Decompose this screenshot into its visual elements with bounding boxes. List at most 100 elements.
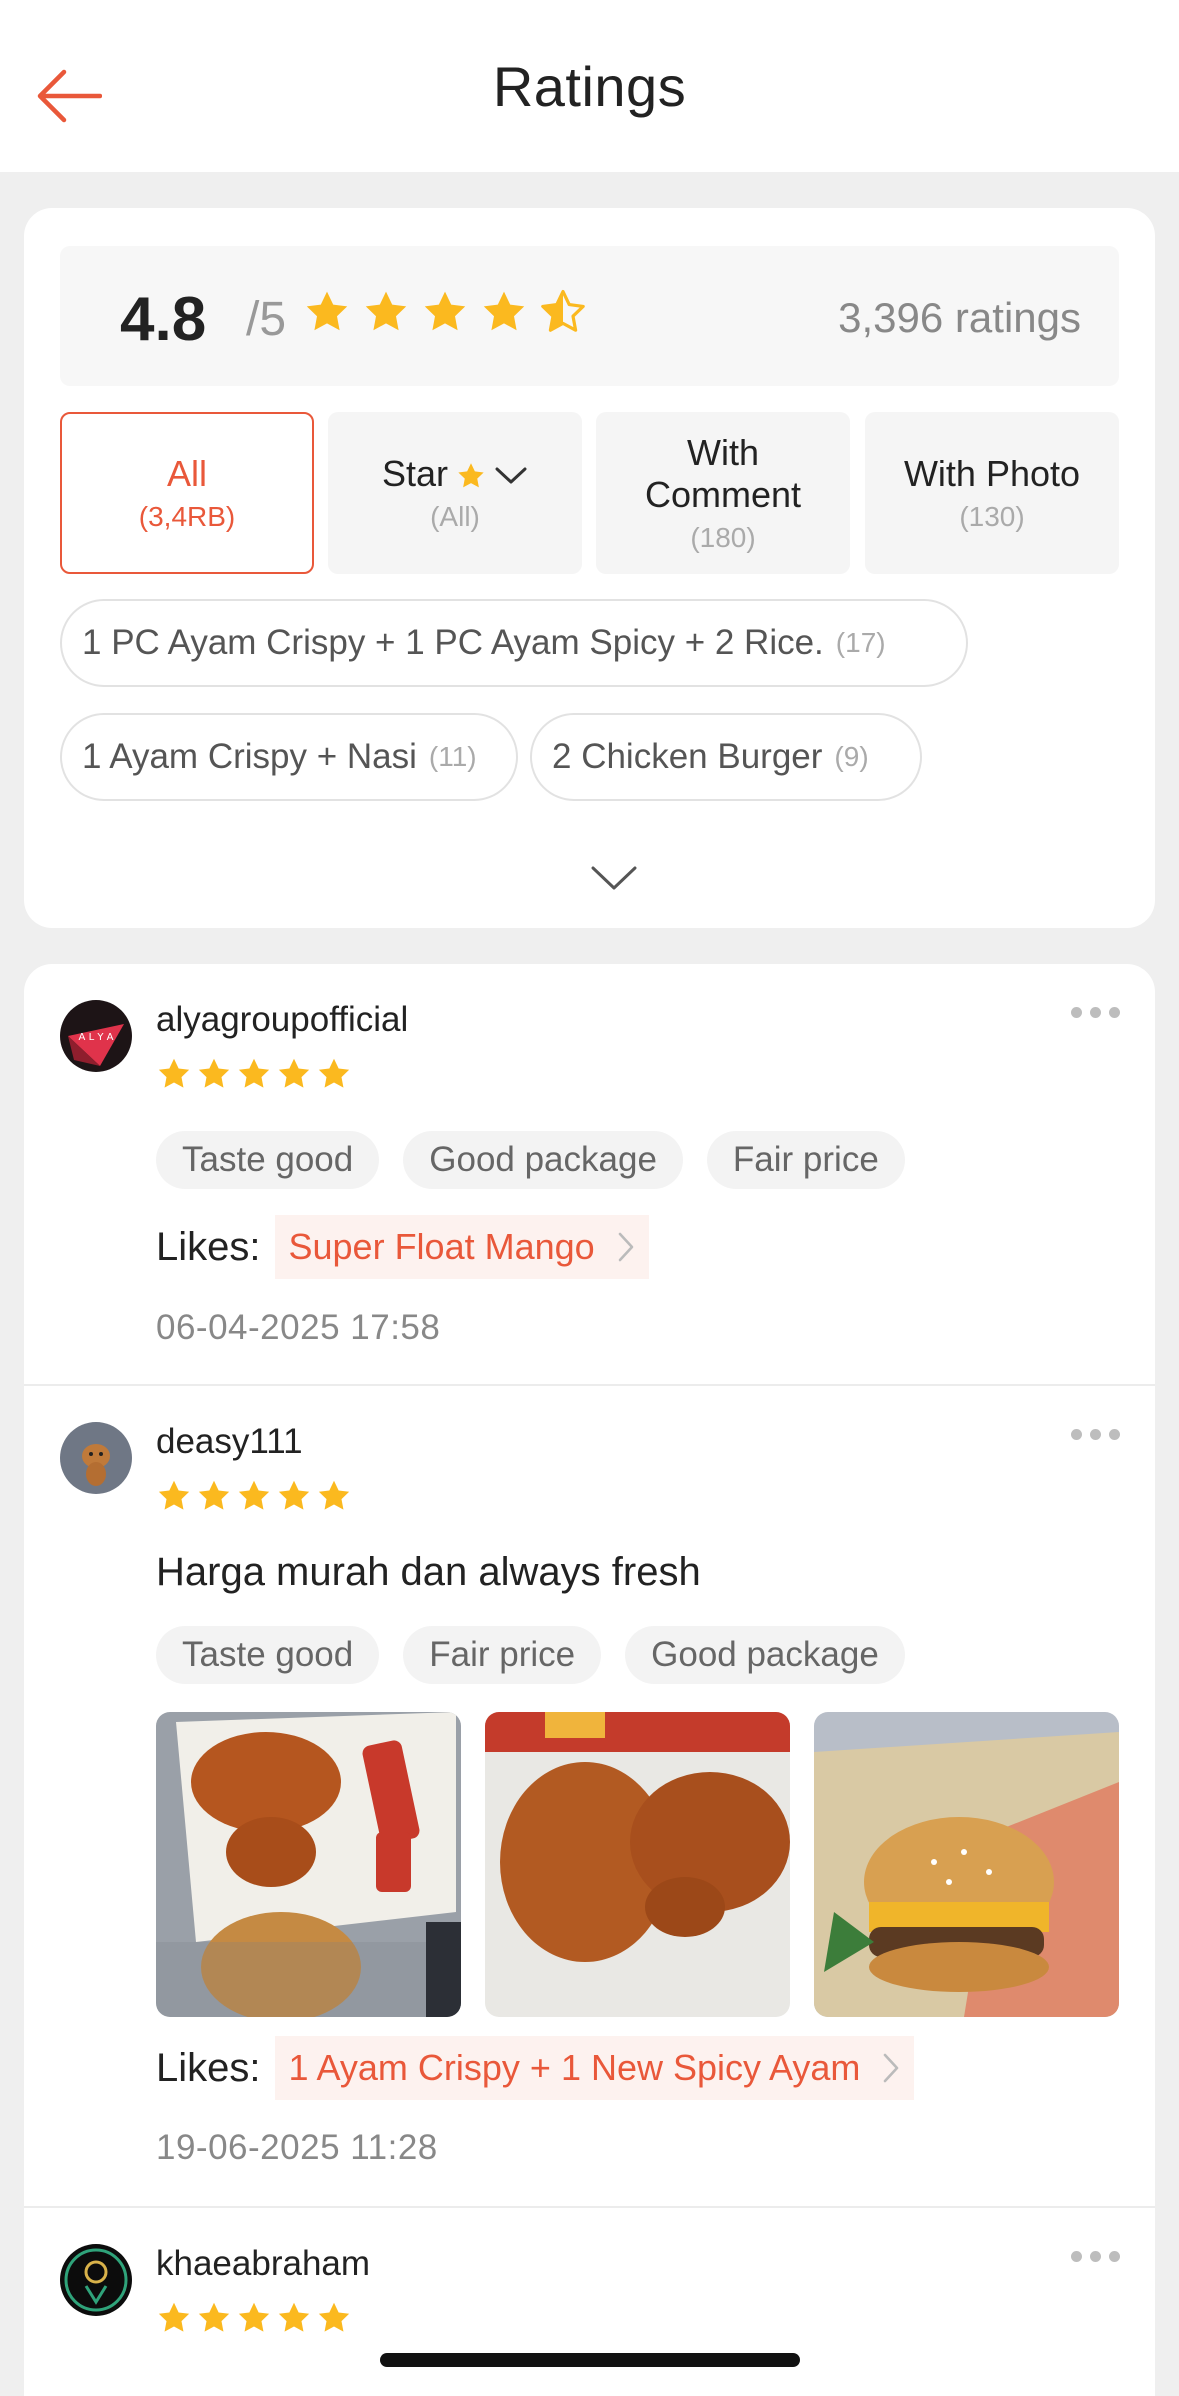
liked-item-name: Super Float Mango bbox=[288, 1226, 595, 1267]
more-options-button[interactable] bbox=[1067, 1000, 1123, 1024]
star-icon bbox=[483, 291, 525, 331]
star-icon bbox=[158, 2302, 190, 2332]
review-item: deasy111 Harga murah dan always fresh Ta… bbox=[24, 1386, 1155, 2206]
header-bar: Ratings bbox=[0, 0, 1179, 172]
star-icon bbox=[278, 2302, 310, 2332]
likes-label: Likes: bbox=[156, 2045, 261, 2090]
reviews-list: A L Y A alyagroupofficial Taste good Goo… bbox=[24, 964, 1155, 2396]
pill-label: 2 Chicken Burger bbox=[552, 737, 823, 776]
star-icon bbox=[306, 291, 348, 331]
filter-count: (130) bbox=[959, 501, 1025, 532]
expand-filters-button[interactable] bbox=[564, 848, 664, 908]
back-button[interactable] bbox=[28, 56, 108, 136]
review-photo[interactable] bbox=[485, 1712, 790, 2017]
star-icon bbox=[278, 1058, 310, 1088]
review-item: A L Y A alyagroupofficial Taste good Goo… bbox=[24, 964, 1155, 1384]
filter-with-photo[interactable]: With Photo (130) bbox=[865, 412, 1119, 574]
pill-label: 1 Ayam Crispy + Nasi bbox=[82, 737, 417, 776]
review-tag: Taste good bbox=[156, 1131, 380, 1189]
menu-filter-pill[interactable]: 2 Chicken Burger (9) bbox=[530, 713, 922, 801]
likes-label: Likes: bbox=[156, 1224, 261, 1269]
filter-all[interactable]: All (3,4RB) bbox=[60, 412, 314, 574]
review-tag: Fair price bbox=[706, 1131, 905, 1189]
review-tag: Taste good bbox=[156, 1626, 380, 1684]
rating-summary-card: 4.8 /5 3,396 ratings All (3,4RB) Star (A… bbox=[24, 208, 1155, 928]
star-icon bbox=[198, 1480, 230, 1510]
more-options-button[interactable] bbox=[1067, 1422, 1123, 1446]
review-photo[interactable] bbox=[156, 1712, 461, 2017]
score-box: 4.8 /5 3,396 ratings bbox=[60, 246, 1119, 386]
pill-label: 1 PC Ayam Crispy + 1 PC Ayam Spicy + 2 R… bbox=[82, 623, 824, 662]
review-likes: Likes: Super Float Mango bbox=[156, 1215, 649, 1279]
filter-with-comment[interactable]: With Comment (180) bbox=[596, 412, 850, 574]
menu-filter-pill[interactable]: 1 PC Ayam Crispy + 1 PC Ayam Spicy + 2 R… bbox=[60, 599, 968, 687]
star-icon bbox=[424, 291, 466, 331]
pill-count: (17) bbox=[835, 627, 886, 658]
review-photos bbox=[156, 1712, 1119, 2017]
avatar[interactable] bbox=[60, 1422, 132, 1494]
user-avatar-image bbox=[60, 1422, 132, 1494]
review-tag: Good package bbox=[403, 1131, 683, 1189]
review-tag: Good package bbox=[625, 1626, 905, 1684]
page-title: Ratings bbox=[492, 54, 687, 118]
review-item: khaeabraham bbox=[24, 2208, 1155, 2396]
star-icon bbox=[458, 463, 484, 488]
filter-count: (180) bbox=[690, 522, 756, 553]
filter-count: (All) bbox=[430, 501, 480, 532]
star-icon bbox=[238, 1480, 270, 1510]
review-tag: Fair price bbox=[403, 1626, 602, 1684]
avatar[interactable]: A L Y A bbox=[60, 1000, 132, 1072]
filter-label: Star bbox=[381, 453, 449, 494]
home-indicator bbox=[380, 2353, 800, 2367]
svg-text:A L Y A: A L Y A bbox=[79, 1032, 114, 1043]
more-options-button[interactable] bbox=[1067, 2244, 1123, 2268]
review-tags: Taste good Fair price Good package bbox=[156, 1626, 905, 1684]
review-tags: Taste good Good package Fair price bbox=[156, 1131, 905, 1189]
review-comment: Harga murah dan always fresh bbox=[156, 1550, 701, 1594]
chevron-right-icon bbox=[618, 1232, 633, 1262]
review-username: alyagroupofficial bbox=[156, 1000, 409, 1039]
menu-filter-pill[interactable]: 1 Ayam Crispy + Nasi (11) bbox=[60, 713, 518, 801]
review-likes: Likes: 1 Ayam Crispy + 1 New Spicy Ayam bbox=[156, 2036, 915, 2100]
star-icon bbox=[238, 2302, 270, 2332]
review-stars bbox=[156, 2300, 352, 2336]
liked-item-link[interactable]: Super Float Mango bbox=[274, 1215, 649, 1279]
filter-star[interactable]: Star (All) bbox=[328, 412, 582, 574]
star-icon bbox=[158, 1480, 190, 1510]
filter-count: (3,4RB) bbox=[138, 501, 236, 532]
review-stars bbox=[156, 1478, 352, 1514]
star-icon bbox=[318, 1058, 350, 1088]
ratings-screen: Ratings 4.8 /5 3,396 ratings All (3,4RB) bbox=[0, 0, 1179, 2396]
liked-item-name: 1 Ayam Crispy + 1 New Spicy Ayam bbox=[288, 2047, 861, 2088]
score-max: /5 bbox=[246, 293, 287, 346]
review-photo[interactable] bbox=[814, 1712, 1119, 2017]
back-arrow-icon bbox=[37, 69, 102, 123]
filter-label: All bbox=[166, 453, 207, 494]
user-avatar-image: A L Y A bbox=[60, 1000, 132, 1072]
avatar[interactable] bbox=[60, 2244, 132, 2316]
filter-star-row: Star bbox=[382, 453, 528, 495]
review-stars bbox=[156, 1056, 352, 1092]
average-stars bbox=[303, 288, 587, 336]
ratings-count: 3,396 ratings bbox=[838, 294, 1081, 341]
liked-item-link[interactable]: 1 Ayam Crispy + 1 New Spicy Ayam bbox=[274, 2036, 915, 2100]
star-icon bbox=[318, 1480, 350, 1510]
burger-photo bbox=[814, 1712, 1119, 2017]
review-username: deasy111 bbox=[156, 1422, 303, 1461]
review-username: khaeabraham bbox=[156, 2244, 371, 2283]
half-star-icon bbox=[541, 290, 585, 332]
user-avatar-image bbox=[60, 2244, 132, 2316]
star-icon bbox=[318, 2302, 350, 2332]
filter-label: With Photo bbox=[903, 453, 1081, 494]
star-icon bbox=[158, 1058, 190, 1088]
star-icon bbox=[198, 2302, 230, 2332]
rating-filters: All (3,4RB) Star (All) With Comment (180… bbox=[60, 412, 1119, 574]
filter-label: With Comment bbox=[644, 432, 802, 515]
fried-chicken-box-photo bbox=[156, 1712, 461, 2017]
star-icon bbox=[365, 291, 407, 331]
chevron-down-icon bbox=[495, 467, 527, 484]
pill-count: (9) bbox=[834, 741, 869, 772]
average-score: 4.8 bbox=[120, 285, 207, 354]
chevron-right-icon bbox=[884, 2053, 899, 2083]
chevron-down-icon bbox=[591, 866, 637, 890]
